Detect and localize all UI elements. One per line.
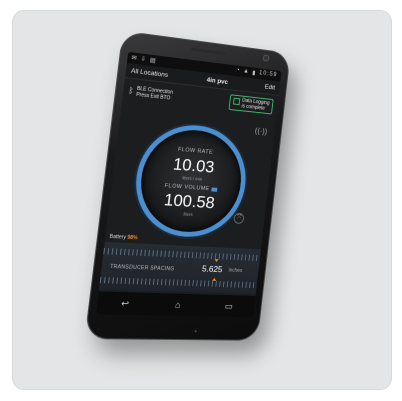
mail-icon: ▤	[149, 57, 157, 65]
checkbox-icon	[233, 97, 241, 106]
transducer-label: TRANSDUCER SPACING	[109, 263, 175, 273]
ruler-ticks-bottom	[99, 276, 258, 289]
bluetooth-icon: ᛒ	[128, 85, 135, 96]
stage: ✉ ⇩ ▤ ◔ ▲ ▮ 10:59 All Locations 4in pvc …	[0, 0, 402, 401]
ruler-ticks-top	[103, 247, 261, 262]
notification-led	[194, 330, 197, 333]
transducer-ruler[interactable]: TRANSDUCER SPACING 5.625 inches	[98, 241, 261, 294]
signal-icon: ▲	[242, 68, 250, 75]
back-icon[interactable]: ↩	[121, 298, 130, 309]
clock: 10:59	[258, 70, 278, 79]
nav-bar: ↩ ⌂ ▭	[95, 291, 256, 318]
signal-wave-icon[interactable]: ((·))	[254, 126, 267, 136]
data-logging-badge[interactable]: Data Logging is complete	[228, 94, 274, 115]
wifi-icon: ◔	[235, 67, 241, 74]
marker-top-icon	[214, 259, 219, 263]
battery-status: Battery 98%	[109, 234, 138, 242]
phone-device: ✉ ⇩ ▤ ◔ ▲ ▮ 10:59 All Locations 4in pvc …	[84, 30, 291, 341]
transducer-value: 5.625	[201, 263, 223, 275]
download-icon: ⇩	[140, 56, 148, 64]
notification-icon: ✉	[131, 55, 139, 63]
reset-icon[interactable]: ⤧	[233, 212, 245, 225]
recent-apps-icon[interactable]: ▭	[224, 301, 233, 312]
speaker-grille	[190, 47, 226, 56]
front-camera	[263, 55, 269, 61]
home-icon[interactable]: ⌂	[175, 300, 182, 310]
battery-label: Battery	[109, 233, 127, 241]
page-title: 4in pvc	[206, 76, 229, 86]
battery-percent: 98%	[126, 234, 138, 242]
all-locations-link[interactable]: All Locations	[131, 67, 169, 78]
edit-button[interactable]: Edit	[264, 83, 275, 91]
battery-icon: ▮	[251, 70, 257, 77]
transducer-unit: inches	[228, 267, 243, 274]
menu-icon[interactable]	[211, 187, 218, 192]
ble-connection[interactable]: ᛒ BLE Connection Press Exit BTO	[128, 85, 173, 102]
flow-gauge: FLOW RATE 10.03 liters / min FLOW VOLUME…	[135, 125, 247, 235]
phone-screen: ✉ ⇩ ▤ ◔ ▲ ▮ 10:59 All Locations 4in pvc …	[95, 51, 282, 318]
